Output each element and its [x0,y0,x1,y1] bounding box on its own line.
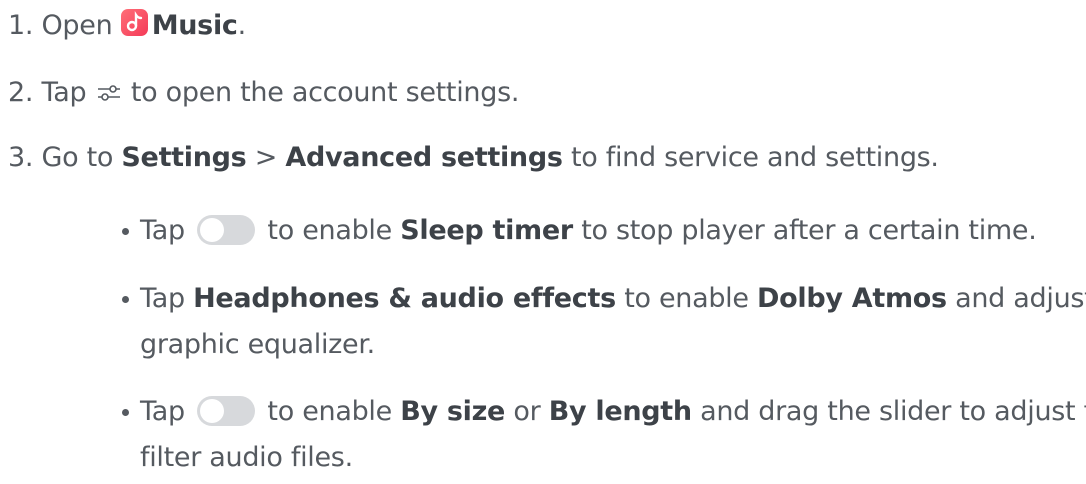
step-number: 2. [8,77,34,108]
music-app-icon [120,9,148,36]
step-text: Tap [41,77,87,108]
step-2: 2. Tap to open the account settings. [8,73,519,113]
step-text: Go to [41,142,114,173]
bullet-3: Tap to enable By size or By length and d… [140,392,1086,432]
bullet-text: to enable [267,396,392,427]
sleep-timer-label: Sleep timer [400,215,573,246]
step-number: 3. [8,142,34,173]
bullet-dot [122,409,129,416]
step-text-end: . [237,10,247,41]
bullet-text: Tap [140,215,185,246]
advanced-settings-label: Advanced settings [285,142,563,173]
bullet-text: Tap [140,283,185,314]
bullet-dot [122,296,129,303]
by-size-label: By size [400,396,506,427]
step-number: 1. [8,10,34,41]
toggle-switch-icon [197,215,256,245]
toggle-switch-icon [197,396,256,426]
app-name: Music [151,10,238,41]
bullet-text: to enable [624,283,749,314]
headphones-audio-effects-label: Headphones & audio effects [193,283,616,314]
step-text-end: to open the account settings. [130,77,520,108]
step-text-end: to find service and settings. [570,142,939,173]
step-text: Open [41,10,113,41]
bullet-2: Tap Headphones & audio effects to enable… [140,279,1086,319]
dolby-atmos-label: Dolby Atmos [757,283,947,314]
settings-label: Settings [121,142,247,173]
bullet-text: to enable [267,215,392,246]
bullet-1: Tap to enable Sleep timer to stop player… [140,211,1037,251]
step-3: 3. Go to Settings > Advanced settings to… [8,138,939,178]
step-1: 1. Open Music. [8,6,246,46]
bullet-dot [122,228,129,235]
bullet-text-end: and drag the slider to adjust to [700,396,1086,427]
toggle-knob [200,399,225,423]
bullet-2-continued: graphic equalizer. [140,325,375,365]
bullet-text: or [513,396,541,427]
path-separator: > [254,142,278,173]
bullet-3-continued: filter audio files. [140,438,353,478]
bullet-text: filter audio files. [140,442,353,473]
bullet-text: Tap [140,396,185,427]
by-length-label: By length [548,396,692,427]
bullet-text: graphic equalizer. [140,329,375,360]
bullet-text-end: to stop player after a certain time. [581,215,1037,246]
bullet-text-end: and adjust [955,283,1086,314]
toggle-knob [200,218,225,242]
sliders-settings-icon [97,76,121,101]
